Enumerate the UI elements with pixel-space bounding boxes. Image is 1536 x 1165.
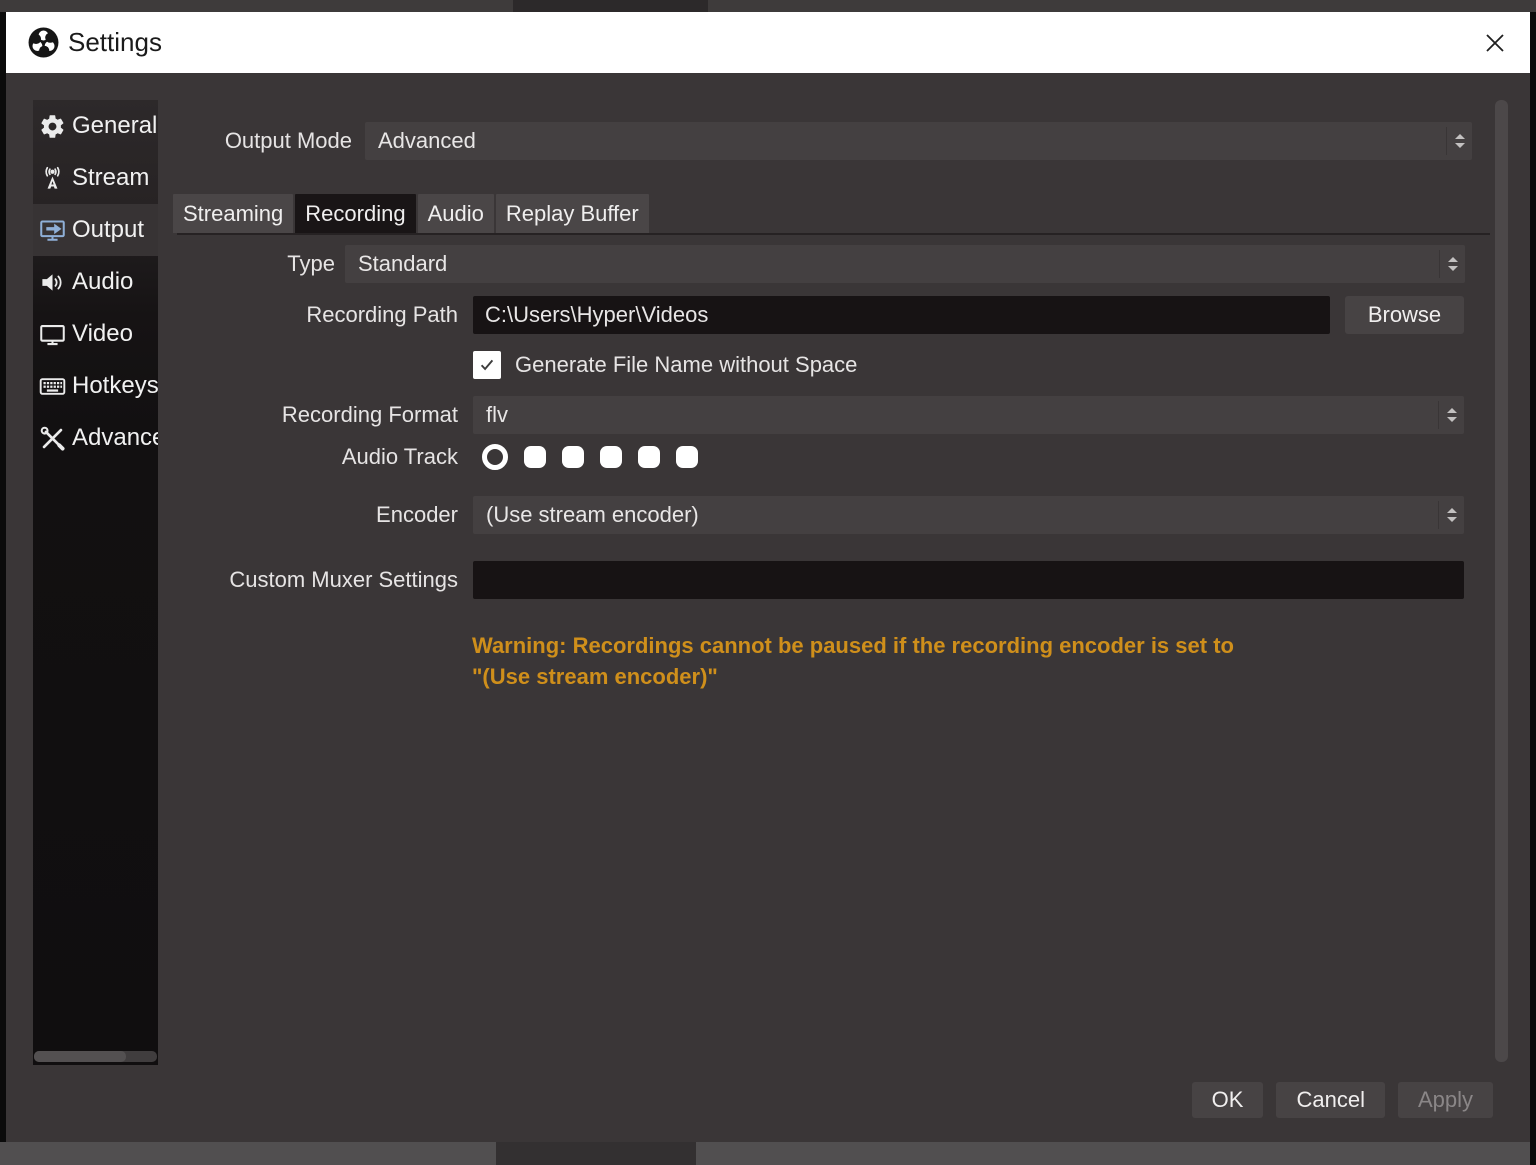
close-icon xyxy=(1484,32,1506,54)
spinner-arrows-icon xyxy=(1446,127,1472,155)
audio-track-label: Audio Track xyxy=(158,444,458,470)
spinner-arrows-icon xyxy=(1438,401,1464,429)
encoder-value: (Use stream encoder) xyxy=(473,502,1438,528)
generate-filename-label: Generate File Name without Space xyxy=(515,352,857,378)
recording-path-input[interactable] xyxy=(473,296,1330,334)
sidebar-item-label: Stream xyxy=(72,164,149,192)
background-window-bottom-strip xyxy=(0,1142,1530,1165)
tab-streaming[interactable]: Streaming xyxy=(173,194,293,233)
type-value: Standard xyxy=(345,251,1439,277)
settings-dialog: Settings General xyxy=(6,12,1530,1142)
speaker-icon xyxy=(39,269,66,296)
sidebar-item-label: Video xyxy=(72,320,133,348)
sidebar-item-advanced[interactable]: Advanced xyxy=(33,412,158,464)
obs-logo-icon xyxy=(27,26,60,59)
recording-format-value: flv xyxy=(473,402,1438,428)
background-window-top-rect xyxy=(513,0,708,12)
titlebar: Settings xyxy=(6,12,1530,73)
settings-sidebar: General Stream Output xyxy=(33,100,158,1065)
keyboard-icon xyxy=(39,373,66,400)
sidebar-item-stream[interactable]: Stream xyxy=(33,152,158,204)
output-tabbar: Streaming Recording Audio Replay Buffer xyxy=(173,194,649,233)
sidebar-item-label: Hotkeys xyxy=(72,372,158,400)
audio-track-5-checkbox[interactable] xyxy=(638,446,660,468)
sidebar-item-output[interactable]: Output xyxy=(33,204,158,256)
warning-line-1: Warning: Recordings cannot be paused if … xyxy=(472,630,1462,661)
type-select[interactable]: Standard xyxy=(345,245,1465,283)
audio-track-4-checkbox[interactable] xyxy=(600,446,622,468)
encoder-label: Encoder xyxy=(158,496,458,534)
sidebar-horizontal-scrollbar[interactable] xyxy=(34,1051,157,1062)
tab-recording[interactable]: Recording xyxy=(295,194,415,233)
background-window-top-strip xyxy=(0,0,1536,12)
apply-button[interactable]: Apply xyxy=(1398,1082,1493,1118)
output-mode-label: Output Mode xyxy=(158,122,352,160)
generate-filename-checkbox-row[interactable]: Generate File Name without Space xyxy=(473,351,857,379)
checkbox-checked-icon[interactable] xyxy=(473,351,501,379)
main-vertical-scrollbar[interactable] xyxy=(1495,100,1508,1062)
spinner-arrows-icon xyxy=(1438,501,1464,529)
browse-button[interactable]: Browse xyxy=(1345,296,1464,334)
sidebar-item-general[interactable]: General xyxy=(33,100,158,152)
sidebar-item-video[interactable]: Video xyxy=(33,308,158,360)
scrollbar-thumb[interactable] xyxy=(34,1051,126,1062)
sidebar-item-label: General xyxy=(72,112,157,140)
close-button[interactable] xyxy=(1482,30,1508,56)
sidebar-item-label: Audio xyxy=(72,268,133,296)
custom-muxer-input[interactable] xyxy=(473,561,1464,599)
recording-path-label: Recording Path xyxy=(158,296,458,334)
tab-separator xyxy=(177,233,1490,235)
dialog-title: Settings xyxy=(68,12,162,73)
recording-format-select[interactable]: flv xyxy=(473,396,1464,434)
output-mode-select[interactable]: Advanced xyxy=(365,122,1472,160)
tab-replay-buffer[interactable]: Replay Buffer xyxy=(496,194,649,233)
spinner-arrows-icon xyxy=(1439,250,1465,278)
cancel-button[interactable]: Cancel xyxy=(1276,1082,1384,1118)
audio-track-selectors xyxy=(482,444,698,470)
sidebar-item-audio[interactable]: Audio xyxy=(33,256,158,308)
tools-icon xyxy=(39,425,66,452)
custom-muxer-label: Custom Muxer Settings xyxy=(158,561,458,599)
audio-track-1-radio[interactable] xyxy=(482,444,508,470)
broadcast-icon xyxy=(39,165,66,192)
encoder-warning-text: Warning: Recordings cannot be paused if … xyxy=(472,630,1462,692)
type-label: Type xyxy=(166,245,335,283)
monitor-icon xyxy=(39,321,66,348)
output-mode-value: Advanced xyxy=(365,128,1446,154)
gear-icon xyxy=(39,113,66,140)
monitor-arrow-icon xyxy=(39,217,66,244)
audio-track-6-checkbox[interactable] xyxy=(676,446,698,468)
ok-button[interactable]: OK xyxy=(1192,1082,1264,1118)
recording-format-label: Recording Format xyxy=(158,396,458,434)
dialog-footer: OK Cancel Apply xyxy=(1192,1082,1493,1118)
encoder-select[interactable]: (Use stream encoder) xyxy=(473,496,1464,534)
audio-track-2-checkbox[interactable] xyxy=(524,446,546,468)
background-window-bottom-rect xyxy=(496,1142,696,1165)
sidebar-item-label: Advanced xyxy=(72,424,158,452)
warning-line-2: "(Use stream encoder)" xyxy=(472,661,1462,692)
sidebar-item-label: Output xyxy=(72,216,144,244)
tab-audio[interactable]: Audio xyxy=(418,194,494,233)
audio-track-3-checkbox[interactable] xyxy=(562,446,584,468)
sidebar-item-hotkeys[interactable]: Hotkeys xyxy=(33,360,158,412)
